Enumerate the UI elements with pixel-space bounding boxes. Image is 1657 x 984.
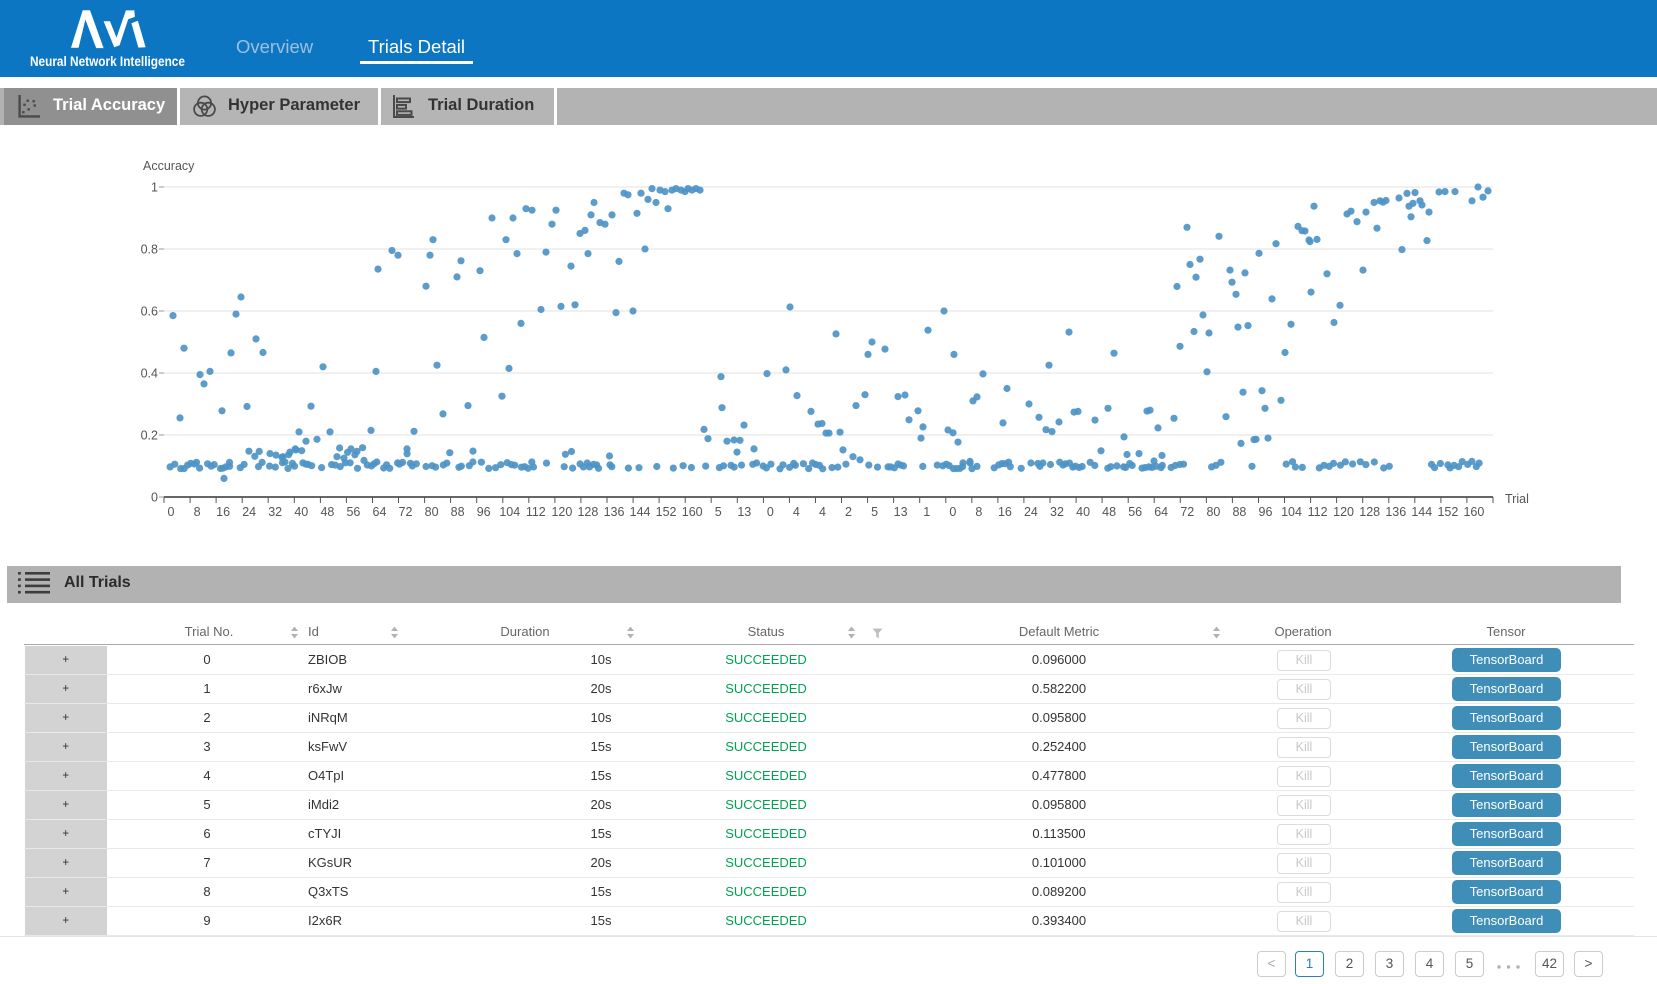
svg-text:24: 24 xyxy=(1024,505,1038,519)
svg-text:120: 120 xyxy=(1333,505,1354,519)
svg-text:16: 16 xyxy=(216,505,230,519)
svg-text:136: 136 xyxy=(1385,505,1406,519)
svg-text:1: 1 xyxy=(923,505,930,519)
svg-text:1: 1 xyxy=(151,181,158,195)
svg-text:40: 40 xyxy=(294,505,308,519)
svg-text:64: 64 xyxy=(1154,505,1168,519)
svg-text:160: 160 xyxy=(682,505,703,519)
svg-text:Trial: Trial xyxy=(1505,492,1529,506)
svg-text:112: 112 xyxy=(526,505,546,519)
svg-text:13: 13 xyxy=(737,505,751,519)
svg-text:Accuracy: Accuracy xyxy=(143,159,195,173)
svg-text:40: 40 xyxy=(1076,505,1090,519)
svg-text:72: 72 xyxy=(399,505,413,519)
svg-text:0.2: 0.2 xyxy=(141,429,158,443)
svg-text:104: 104 xyxy=(499,505,520,519)
svg-text:112: 112 xyxy=(1308,505,1328,519)
svg-text:5: 5 xyxy=(715,505,722,519)
svg-text:152: 152 xyxy=(1437,505,1458,519)
svg-text:128: 128 xyxy=(577,505,598,519)
svg-text:88: 88 xyxy=(1232,505,1246,519)
svg-text:2: 2 xyxy=(845,505,852,519)
svg-text:5: 5 xyxy=(871,505,878,519)
svg-text:0.4: 0.4 xyxy=(141,367,158,381)
svg-text:56: 56 xyxy=(346,505,360,519)
svg-text:80: 80 xyxy=(1206,505,1220,519)
svg-text:120: 120 xyxy=(551,505,572,519)
svg-text:96: 96 xyxy=(477,505,491,519)
svg-text:0: 0 xyxy=(949,505,956,519)
svg-text:152: 152 xyxy=(656,505,677,519)
svg-text:160: 160 xyxy=(1463,505,1484,519)
svg-text:32: 32 xyxy=(1050,505,1064,519)
svg-text:16: 16 xyxy=(998,505,1012,519)
svg-text:80: 80 xyxy=(425,505,439,519)
svg-text:8: 8 xyxy=(194,505,201,519)
svg-text:136: 136 xyxy=(604,505,625,519)
svg-text:4: 4 xyxy=(819,505,826,519)
svg-text:56: 56 xyxy=(1128,505,1142,519)
svg-text:96: 96 xyxy=(1259,505,1273,519)
svg-text:13: 13 xyxy=(894,505,908,519)
svg-text:104: 104 xyxy=(1281,505,1302,519)
svg-text:88: 88 xyxy=(451,505,465,519)
svg-text:64: 64 xyxy=(373,505,387,519)
svg-text:0: 0 xyxy=(767,505,774,519)
svg-text:0: 0 xyxy=(168,505,175,519)
svg-text:24: 24 xyxy=(242,505,256,519)
svg-text:144: 144 xyxy=(1411,505,1432,519)
svg-text:32: 32 xyxy=(268,505,282,519)
svg-text:48: 48 xyxy=(1102,505,1116,519)
svg-text:128: 128 xyxy=(1359,505,1380,519)
svg-text:0.8: 0.8 xyxy=(141,243,158,257)
svg-text:48: 48 xyxy=(320,505,334,519)
svg-text:8: 8 xyxy=(975,505,982,519)
svg-text:4: 4 xyxy=(793,505,800,519)
svg-text:144: 144 xyxy=(630,505,651,519)
svg-text:72: 72 xyxy=(1180,505,1194,519)
svg-text:0: 0 xyxy=(151,491,158,505)
svg-text:0.6: 0.6 xyxy=(141,305,158,319)
